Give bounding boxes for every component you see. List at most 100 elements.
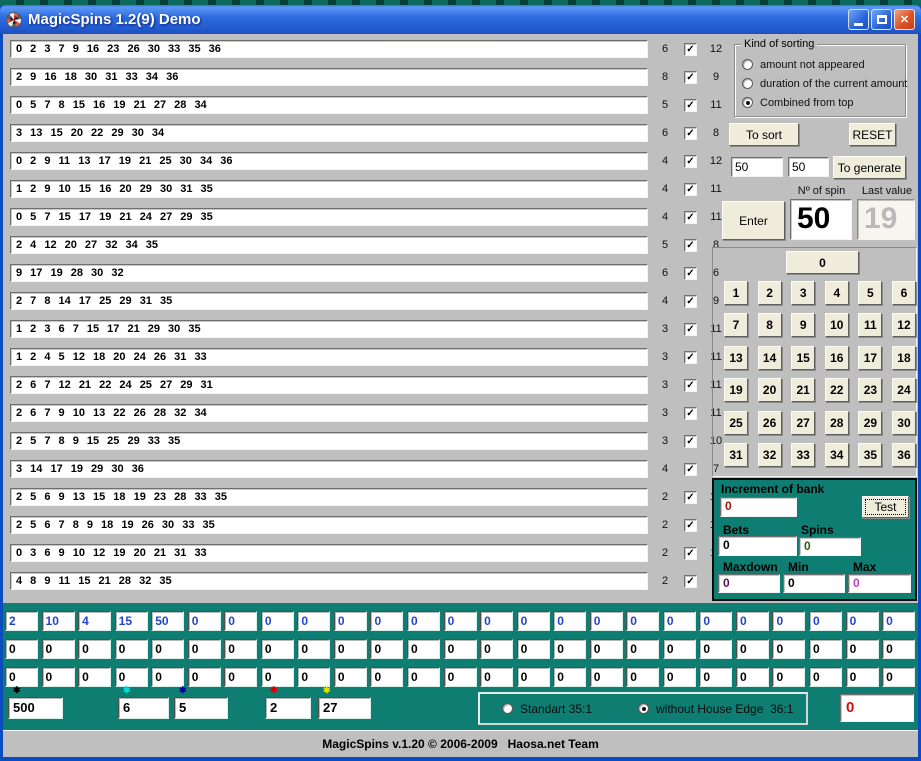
bet-cell[interactable]: 0: [699, 667, 732, 687]
number-button-32[interactable]: 32: [758, 443, 782, 467]
row-checkbox[interactable]: ✓: [684, 463, 697, 476]
sorting-option[interactable]: Combined from top: [742, 93, 905, 112]
spin-numbers-field[interactable]: 2 5 6 9 13 15 18 19 23 28 33 35: [10, 488, 648, 506]
bet-cell[interactable]: 0: [188, 667, 221, 687]
spin-numbers-field[interactable]: 2 4 12 20 27 32 34 35: [10, 236, 648, 254]
row-checkbox[interactable]: ✓: [684, 379, 697, 392]
row-checkbox[interactable]: ✓: [684, 575, 697, 588]
number-button-23[interactable]: 23: [858, 378, 882, 402]
bet-cell[interactable]: 0: [115, 667, 148, 687]
bet-cell[interactable]: 0: [261, 639, 294, 659]
number-button-4[interactable]: 4: [825, 281, 849, 305]
sorting-option[interactable]: duration of the current amount: [742, 74, 905, 93]
bet-cell[interactable]: 0: [151, 639, 184, 659]
generate-count-input-1[interactable]: 50: [731, 157, 783, 177]
bet-cell[interactable]: 4: [78, 611, 111, 631]
row-checkbox[interactable]: ✓: [684, 183, 697, 196]
number-button-27[interactable]: 27: [791, 411, 815, 435]
row-checkbox[interactable]: ✓: [684, 127, 697, 140]
row-checkbox[interactable]: ✓: [684, 519, 697, 532]
bet-cell[interactable]: 0: [334, 611, 367, 631]
number-button-10[interactable]: 10: [825, 313, 849, 337]
bet-cell[interactable]: 0: [261, 667, 294, 687]
bet-cell[interactable]: 0: [772, 639, 805, 659]
bet-cell[interactable]: 0: [663, 611, 696, 631]
bet-cell[interactable]: 0: [809, 611, 842, 631]
spin-numbers-field[interactable]: 3 14 17 19 29 30 36: [10, 460, 648, 478]
row-checkbox[interactable]: ✓: [684, 211, 697, 224]
bet-cell[interactable]: 0: [882, 639, 915, 659]
number-button-12[interactable]: 12: [892, 313, 916, 337]
spin-numbers-field[interactable]: 0 2 9 11 13 17 19 21 25 30 34 36: [10, 152, 648, 170]
spin-numbers-field[interactable]: 3 13 15 20 22 29 30 34: [10, 124, 648, 142]
spin-numbers-field[interactable]: 2 5 7 8 9 15 25 29 33 35: [10, 432, 648, 450]
bet-cell[interactable]: 0: [42, 667, 75, 687]
row-checkbox[interactable]: ✓: [684, 43, 697, 56]
bet-cell[interactable]: 0: [846, 611, 879, 631]
number-button-30[interactable]: 30: [892, 411, 916, 435]
bet-cell[interactable]: 0: [188, 611, 221, 631]
bet-cell[interactable]: 0: [78, 667, 111, 687]
number-button-36[interactable]: 36: [892, 443, 916, 467]
bet-cell[interactable]: 0: [5, 667, 38, 687]
bet-cell[interactable]: 0: [736, 611, 769, 631]
to-sort-button[interactable]: To sort: [729, 123, 799, 146]
bet-cell[interactable]: 0: [444, 611, 477, 631]
number-button-24[interactable]: 24: [892, 378, 916, 402]
number-button-8[interactable]: 8: [758, 313, 782, 337]
bet-cell[interactable]: 0: [590, 667, 623, 687]
marker-value-field[interactable]: 500: [8, 697, 63, 719]
bet-cell[interactable]: 0: [626, 639, 659, 659]
bet-cell[interactable]: 0: [224, 611, 257, 631]
bet-cell[interactable]: 0: [261, 611, 294, 631]
number-button-6[interactable]: 6: [892, 281, 916, 305]
marker-value-field[interactable]: 2: [265, 697, 311, 719]
number-button-17[interactable]: 17: [858, 346, 882, 370]
bet-cell[interactable]: 0: [772, 667, 805, 687]
row-checkbox[interactable]: ✓: [684, 435, 697, 448]
spin-numbers-field[interactable]: 2 5 6 7 8 9 18 19 26 30 33 35: [10, 516, 648, 534]
bet-cell[interactable]: 50: [151, 611, 184, 631]
spin-numbers-field[interactable]: 1 2 4 5 12 18 20 24 26 31 33: [10, 348, 648, 366]
bet-cell[interactable]: 0: [882, 667, 915, 687]
maxdown-field[interactable]: 0: [718, 574, 780, 593]
bet-cell[interactable]: 0: [590, 611, 623, 631]
bet-cell[interactable]: 0: [809, 667, 842, 687]
spin-numbers-field[interactable]: 2 7 8 14 17 25 29 31 35: [10, 292, 648, 310]
number-button-20[interactable]: 20: [758, 378, 782, 402]
to-generate-button[interactable]: To generate: [833, 156, 906, 179]
bet-cell[interactable]: 0: [626, 667, 659, 687]
reset-button[interactable]: RESET: [849, 123, 896, 146]
number-button-25[interactable]: 25: [724, 411, 748, 435]
number-button-9[interactable]: 9: [791, 313, 815, 337]
row-checkbox[interactable]: ✓: [684, 155, 697, 168]
bet-cell[interactable]: 0: [334, 667, 367, 687]
row-checkbox[interactable]: ✓: [684, 295, 697, 308]
bets-field[interactable]: 0: [718, 536, 797, 556]
marker-value-field[interactable]: 27: [318, 697, 371, 719]
max-field[interactable]: 0: [848, 574, 911, 593]
bet-cell[interactable]: 0: [370, 611, 403, 631]
bet-cell[interactable]: 0: [736, 639, 769, 659]
bet-cell[interactable]: 0: [224, 667, 257, 687]
bet-cell[interactable]: 0: [882, 611, 915, 631]
enter-button[interactable]: Enter: [722, 201, 785, 240]
test-button[interactable]: Test: [862, 496, 909, 518]
maximize-button[interactable]: [871, 9, 892, 30]
number-button-0[interactable]: 0: [786, 251, 859, 274]
sorting-option[interactable]: amount not appeared: [742, 55, 905, 74]
radio-icon[interactable]: [502, 703, 513, 714]
result-field[interactable]: 0: [840, 694, 914, 722]
number-button-15[interactable]: 15: [791, 346, 815, 370]
bet-cell[interactable]: 0: [370, 639, 403, 659]
bet-cell[interactable]: 0: [553, 639, 586, 659]
bet-cell[interactable]: 0: [151, 667, 184, 687]
radio-icon[interactable]: [742, 59, 753, 70]
bet-cell[interactable]: 0: [772, 611, 805, 631]
spin-numbers-field[interactable]: 0 2 3 7 9 16 23 26 30 33 35 36: [10, 40, 648, 58]
bet-cell[interactable]: 0: [224, 639, 257, 659]
bet-cell[interactable]: 0: [444, 667, 477, 687]
generate-count-input-2[interactable]: 50: [788, 157, 829, 177]
bet-cell[interactable]: 0: [699, 611, 732, 631]
row-checkbox[interactable]: ✓: [684, 99, 697, 112]
